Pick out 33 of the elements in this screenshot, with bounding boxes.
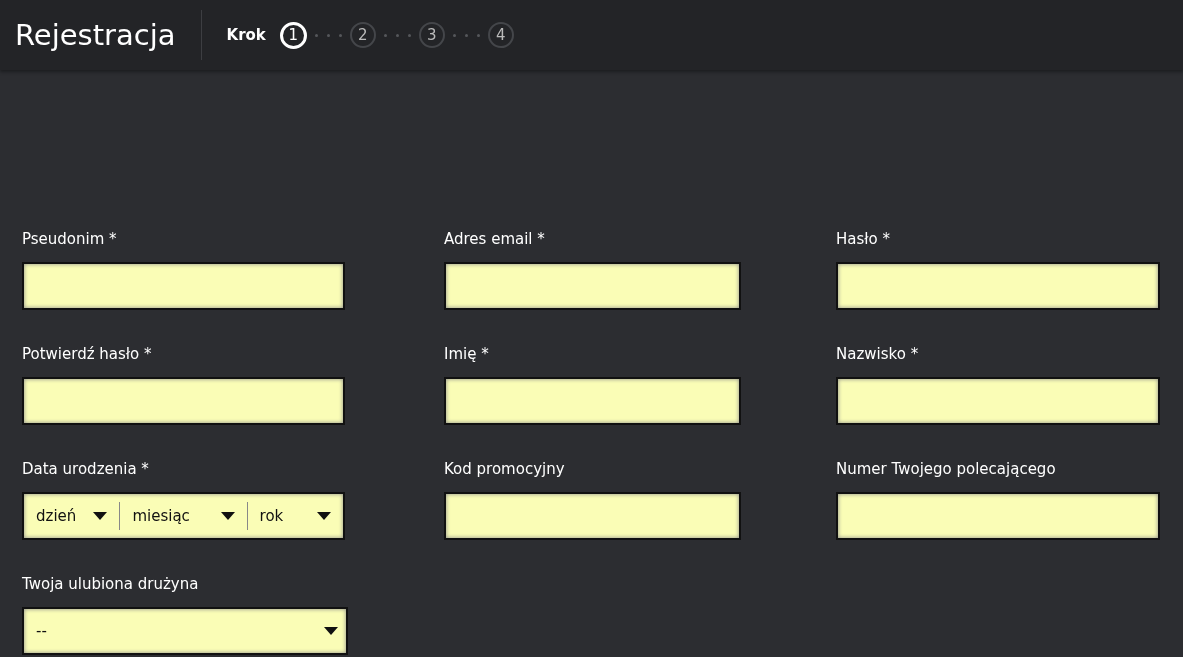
field-label: Twoja ulubiona drużyna — [22, 575, 199, 593]
field-label: Potwierdź hasło * — [22, 345, 152, 363]
step-indicator: 1 — [279, 21, 307, 49]
field-label: Pseudonim * — [22, 230, 117, 248]
date-picker[interactable]: dzień miesiąc rok — [22, 492, 345, 540]
input-field[interactable] — [444, 377, 741, 425]
input-field[interactable] — [836, 377, 1160, 425]
step-indicator: 4 — [487, 22, 514, 48]
input-field[interactable] — [836, 492, 1160, 540]
input-field[interactable] — [22, 377, 345, 425]
dropdown[interactable]: -- — [22, 607, 348, 655]
field-label: Kod promocyjny — [444, 460, 565, 478]
caret-icon — [317, 512, 331, 520]
field-label: Data urodzenia * — [22, 460, 149, 478]
field-label: Adres email * — [444, 230, 545, 248]
caret-icon — [220, 512, 235, 520]
field-label: Hasło * — [836, 230, 890, 248]
page-title: Rejestracja — [0, 10, 202, 60]
caret-icon — [93, 512, 108, 520]
input-field[interactable] — [444, 262, 741, 310]
input-field[interactable] — [22, 262, 345, 310]
step-indicator: 3 — [418, 22, 445, 48]
input-field[interactable] — [836, 262, 1160, 310]
field-label: Imię * — [444, 345, 489, 363]
dropdown[interactable]: rok — [246, 502, 343, 530]
field-label: Numer Twojego polecającego — [836, 460, 1056, 478]
dropdown[interactable]: dzień — [24, 502, 120, 530]
step-label: Krok — [226, 26, 266, 44]
field-label: Nazwisko * — [836, 345, 919, 363]
step-indicator: 2 — [349, 22, 376, 48]
dropdown[interactable]: miesiąc — [119, 502, 247, 530]
caret-icon — [324, 627, 338, 635]
input-field[interactable] — [444, 492, 741, 540]
